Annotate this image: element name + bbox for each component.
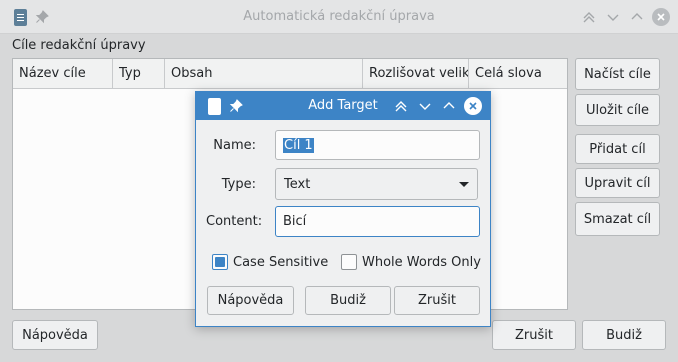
- type-select-value: Text: [284, 176, 311, 192]
- content-label: Content:: [206, 214, 263, 229]
- name-label: Name:: [213, 138, 256, 153]
- keep-above-icon[interactable]: [580, 8, 598, 26]
- dialog-help-button[interactable]: Nápověda: [207, 286, 294, 315]
- column-header-whole-words[interactable]: Celá slova: [469, 59, 567, 88]
- dialog-minimize-icon[interactable]: [416, 97, 434, 115]
- whole-words-check-icon: [341, 254, 357, 270]
- case-sensitive-check-icon: [212, 254, 228, 270]
- content-input[interactable]: Bicí: [275, 206, 480, 237]
- main-window-title: Automatická redakční úprava: [243, 9, 435, 24]
- table-header: Název cíle Typ Obsah Rozlišovat veliko C…: [13, 59, 567, 89]
- section-label: Cíle redakční úpravy: [12, 38, 146, 53]
- dialog-ok-button[interactable]: Budiž: [305, 286, 391, 315]
- dialog-close-icon[interactable]: [464, 97, 482, 115]
- add-target-dialog: Add Target Name: Cíl 1 Type: Text Conten…: [195, 91, 491, 327]
- minimize-icon[interactable]: [604, 8, 622, 26]
- save-targets-button[interactable]: Uložit cíle: [575, 94, 660, 126]
- main-help-button[interactable]: Nápověda: [12, 320, 98, 350]
- column-header-type[interactable]: Typ: [113, 59, 165, 88]
- whole-words-checkbox[interactable]: Whole Words Only: [341, 254, 481, 270]
- close-icon[interactable]: [652, 8, 670, 26]
- type-label: Type:: [221, 177, 256, 192]
- column-header-content[interactable]: Obsah: [165, 59, 363, 88]
- maximize-icon[interactable]: [628, 8, 646, 26]
- name-input-value: Cíl 1: [283, 137, 314, 153]
- delete-target-button[interactable]: Smazat cíl: [575, 202, 660, 236]
- type-select[interactable]: Text: [275, 168, 478, 200]
- column-header-name[interactable]: Název cíle: [13, 59, 113, 88]
- dialog-titlebar: Add Target: [196, 92, 490, 120]
- main-window-titlebar: Automatická redakční úprava: [0, 0, 678, 34]
- main-cancel-button[interactable]: Zrušit: [492, 320, 576, 350]
- whole-words-label: Whole Words Only: [362, 254, 481, 270]
- edit-target-button[interactable]: Upravit cíl: [575, 168, 660, 198]
- chevron-down-icon: [459, 181, 469, 187]
- dialog-cancel-button[interactable]: Zrušit: [394, 286, 480, 315]
- content-input-value: Bicí: [283, 214, 307, 229]
- dialog-keep-above-icon[interactable]: [392, 97, 410, 115]
- column-header-case-sensitive[interactable]: Rozlišovat veliko: [363, 59, 469, 88]
- case-sensitive-checkbox[interactable]: Case Sensitive: [212, 254, 328, 270]
- dialog-maximize-icon[interactable]: [440, 97, 458, 115]
- case-sensitive-label: Case Sensitive: [233, 254, 329, 270]
- name-input[interactable]: Cíl 1: [275, 130, 480, 160]
- add-target-button[interactable]: Přidat cíl: [575, 134, 660, 164]
- main-ok-button[interactable]: Budiž: [582, 320, 666, 350]
- load-targets-button[interactable]: Načíst cíle: [575, 58, 660, 90]
